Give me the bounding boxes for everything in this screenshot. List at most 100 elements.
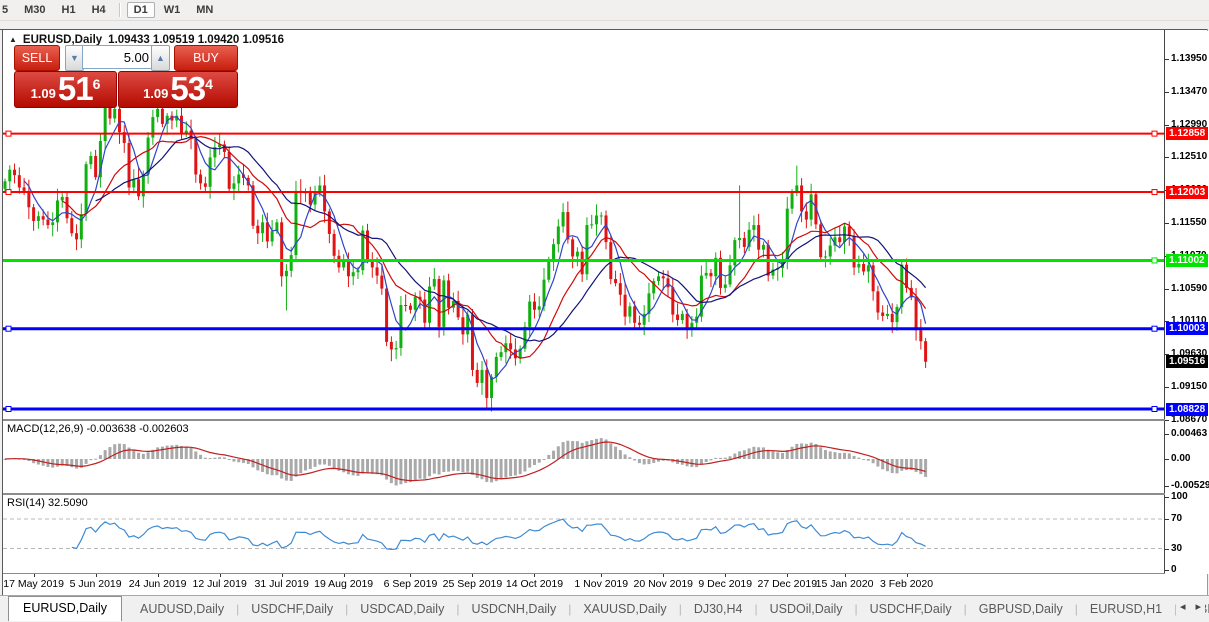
sell-price-big: 51 (57, 70, 94, 107)
chart-tab-dj30-h4[interactable]: DJ30,H4 (682, 599, 755, 619)
volume-increase-icon[interactable]: ▲ (151, 45, 170, 71)
price-tick-dash (1165, 288, 1169, 290)
date-tick (281, 574, 283, 577)
date-label: 5 Jun 2019 (69, 578, 122, 590)
date-tick (844, 574, 846, 577)
price-tick-dash (1165, 419, 1169, 421)
chart-ohlc-values: 1.09433 1.09519 1.09420 1.09516 (108, 33, 285, 46)
level-price-tag[interactable]: 1.12858 (1166, 127, 1209, 141)
date-label: 27 Dec 2019 (757, 578, 818, 590)
date-label: 25 Sep 2019 (442, 578, 503, 590)
chart-tab-gbpusd-daily[interactable]: GBPUSD,Daily (967, 599, 1075, 619)
rsi-tick-dash (1165, 497, 1169, 498)
date-label: 1 Nov 2019 (574, 578, 629, 590)
timeframe-toolbar: 5 M30 H1 H4 D1 W1 MN (0, 0, 1209, 21)
buy-price-sup: 4 (205, 76, 213, 92)
tab-scroll-arrows: ◂ ▸ (1175, 598, 1205, 615)
price-tick-label: 1.12510 (1171, 151, 1208, 163)
timeframe-button-h1[interactable]: H1 (55, 2, 83, 18)
rsi-tick-dash (1165, 548, 1169, 550)
date-tick (601, 574, 603, 577)
chart-tab-eurusd-daily[interactable]: EURUSD,Daily (8, 596, 123, 621)
current-price-tag: 1.09516 (1166, 355, 1209, 369)
date-tick (410, 574, 412, 577)
toolbar-separator (118, 3, 121, 17)
level-price-tag[interactable]: 1.10003 (1166, 322, 1209, 336)
macd-label: MACD(12,26,9) -0.003638 -0.002603 (7, 423, 189, 435)
date-tick (472, 574, 474, 577)
macd-histogram (3, 438, 928, 486)
date-tick (787, 574, 789, 577)
date-tick (219, 574, 221, 577)
collapse-triangle-icon[interactable]: ▲ (9, 35, 17, 44)
volume-input[interactable]: 5.00 (82, 45, 156, 69)
date-tick (534, 574, 536, 577)
timeframe-button-5[interactable]: 5 (0, 2, 15, 18)
rsi-tick-label: 100 (1171, 491, 1188, 502)
rsi-tick-label: 0 (1171, 564, 1177, 574)
panel-splitter-rsi[interactable] (3, 493, 1207, 495)
macd-tick-label: 0.00463 (1171, 427, 1208, 439)
rsi-label: RSI(14) 32.5090 (7, 497, 88, 509)
macd-tick-dash (1165, 486, 1169, 487)
price-tick-label: 1.10590 (1171, 282, 1208, 294)
price-tick-dash (1165, 124, 1169, 126)
sell-price-panel[interactable]: 1.09 51 6 (14, 71, 117, 108)
chart-tab-usdcnh-daily[interactable]: USDCNH,Daily (459, 599, 568, 619)
buy-button[interactable]: BUY (174, 45, 238, 71)
date-label: 17 May 2019 (3, 578, 64, 590)
rsi-tick-dash (1165, 518, 1169, 520)
chart-tab-audusd-daily[interactable]: AUDUSD,Daily (128, 599, 236, 619)
ma-line-20 (95, 135, 927, 342)
sell-price-sup: 6 (92, 76, 101, 92)
date-label: 3 Feb 2020 (879, 578, 934, 590)
price-tick-dash (1165, 91, 1169, 93)
chart-tab-usdchf-daily[interactable]: USDCHF,Daily (239, 599, 345, 619)
date-tick (906, 574, 908, 577)
timeframe-button-d1[interactable]: D1 (126, 2, 155, 18)
timeframe-button-m30[interactable]: M30 (17, 2, 52, 18)
chart-tab-eurusd-h1[interactable]: EURUSD,H1 (1078, 599, 1174, 619)
ma-line-5 (23, 116, 927, 381)
chart-tab-xauusd-daily[interactable]: XAUUSD,Daily (571, 599, 678, 619)
price-tick-dash (1165, 157, 1169, 159)
rsi-line (71, 518, 926, 551)
timeframe-button-h4[interactable]: H4 (85, 2, 113, 18)
price-tick-dash (1165, 386, 1169, 388)
buy-price-panel[interactable]: 1.09 53 4 (118, 71, 238, 108)
macd-signal-line (4, 441, 926, 482)
level-price-tag[interactable]: 1.12003 (1166, 185, 1209, 199)
level-price-tag[interactable]: 1.11002 (1166, 253, 1208, 267)
tab-scroll-left-icon[interactable]: ◂ (1180, 600, 1186, 613)
date-tick (95, 574, 97, 577)
level-price-tag[interactable]: 1.08828 (1166, 402, 1209, 416)
date-axis[interactable]: 17 May 2019 5 Jun 2019 24 Jun 2019 12 Jul 2… (3, 574, 1164, 595)
date-tick (33, 574, 35, 577)
price-tick-dash (1165, 59, 1169, 60)
date-label: 24 Jun 2019 (128, 578, 187, 590)
date-label: 12 Jul 2019 (192, 578, 247, 590)
chart-tab-usdchf-daily[interactable]: USDCHF,Daily (858, 599, 964, 619)
chart-tab-bar: EURUSD,Daily AUDUSD,Daily | USDCHF,Daily | US… (0, 595, 1209, 622)
date-label: 15 Jan 2020 (815, 578, 874, 590)
date-tick (157, 574, 159, 577)
chart-tab-usdoil-daily[interactable]: USDOil,Daily (758, 599, 855, 619)
panel-splitter-macd[interactable] (3, 419, 1207, 421)
buy-price-big: 53 (170, 70, 206, 107)
tab-scroll-right-icon[interactable]: ▸ (1195, 600, 1201, 613)
price-tick-label: 1.09150 (1171, 380, 1208, 392)
date-tick (725, 574, 727, 577)
rsi-tick-label: 70 (1171, 512, 1183, 524)
date-tick (663, 574, 665, 577)
timeframe-button-mn[interactable]: MN (189, 2, 220, 18)
price-scale[interactable]: 1.139501.134701.129901.125101.120301.115… (1165, 31, 1209, 574)
price-tick-label: 1.13950 (1171, 53, 1208, 64)
sell-button[interactable]: SELL (14, 45, 60, 71)
date-label: 19 Aug 2019 (314, 578, 374, 590)
price-tick-dash (1165, 222, 1169, 224)
timeframe-button-w1[interactable]: W1 (157, 2, 188, 18)
macd-tick-dash (1165, 459, 1169, 460)
chart-tab-usdcad-daily[interactable]: USDCAD,Daily (348, 599, 456, 619)
macd-tick-label: -0.005299 (1171, 480, 1209, 491)
date-label: 6 Sep 2019 (383, 578, 438, 590)
